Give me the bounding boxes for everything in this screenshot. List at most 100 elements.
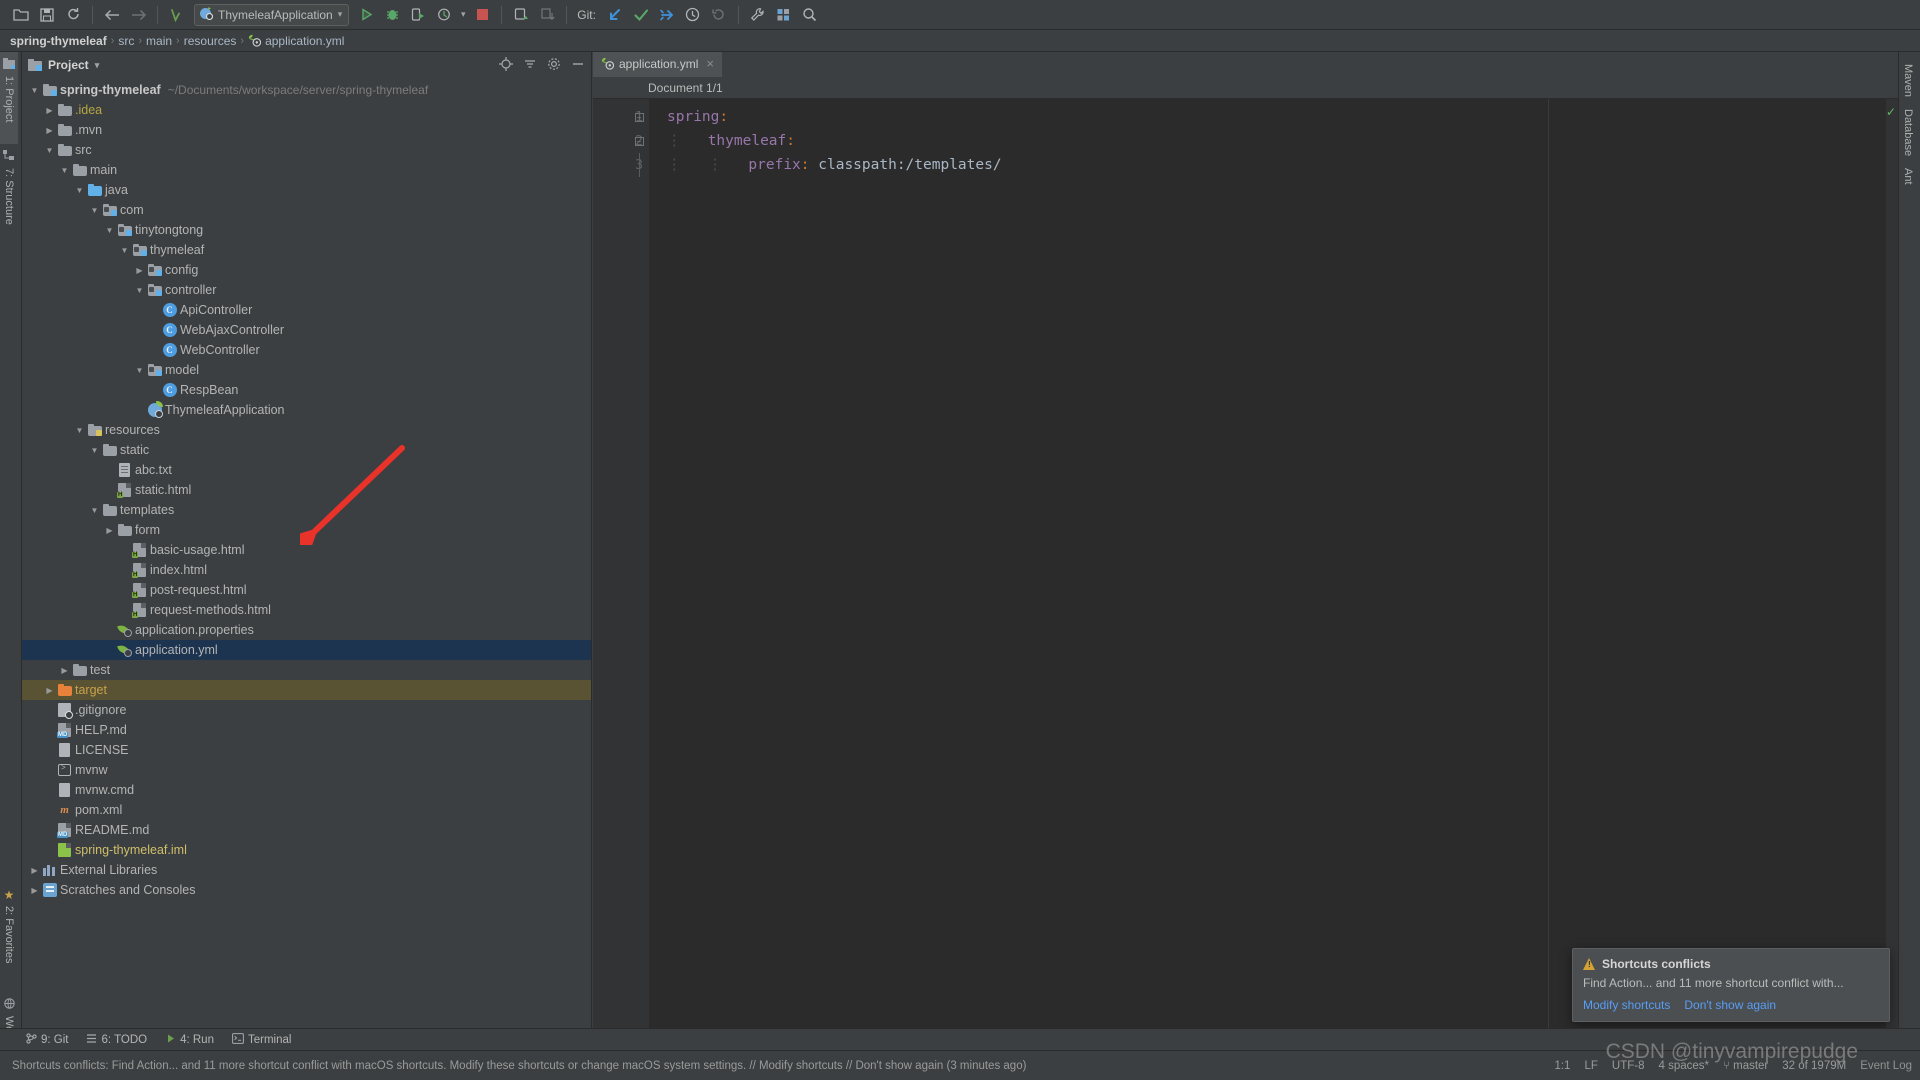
status-message[interactable]: Shortcuts conflicts: Find Action... and … bbox=[8, 1060, 1554, 1072]
chevron-down-icon[interactable]: ▼ bbox=[28, 86, 41, 95]
tree-node-index-html[interactable]: Hindex.html bbox=[22, 560, 591, 580]
chevron-right-icon[interactable]: ▶ bbox=[133, 266, 146, 275]
code-line[interactable]: ⋮ thymeleaf: bbox=[649, 129, 1898, 153]
project-panel-title[interactable]: Project ▾ bbox=[28, 58, 99, 72]
chevron-down-icon[interactable]: ▾ bbox=[95, 60, 100, 71]
tree-node-thymeleafapplication[interactable]: ThymeleafApplication bbox=[22, 400, 591, 420]
tree-node-readme-md[interactable]: MD README.md bbox=[22, 820, 591, 840]
tree-node-help-md[interactable]: MD HELP.md bbox=[22, 720, 591, 740]
tree-node-application-properties[interactable]: application.properties bbox=[22, 620, 591, 640]
tree-node-form[interactable]: ▶ form bbox=[22, 520, 591, 540]
commit-icon[interactable] bbox=[628, 3, 654, 27]
tree-node-gitignore[interactable]: .gitignore bbox=[22, 700, 591, 720]
stop-icon[interactable] bbox=[469, 3, 495, 27]
breadcrumb-item-file[interactable]: application.yml bbox=[248, 34, 344, 48]
sync-icon[interactable] bbox=[60, 3, 86, 27]
chevron-right-icon[interactable]: ▶ bbox=[43, 686, 56, 695]
code-editor[interactable]: 123 – – spring:⋮ thymeleaf:⋮ ⋮ prefix: c… bbox=[593, 99, 1898, 1050]
tree-node-target[interactable]: ▶ target bbox=[22, 680, 591, 700]
chevron-down-icon[interactable]: ▼ bbox=[118, 246, 131, 255]
indent-setting[interactable]: 4 spaces* bbox=[1658, 1060, 1709, 1072]
sidebar-item-structure[interactable]: 7: Structure bbox=[0, 144, 18, 250]
chevron-down-icon[interactable]: ▼ bbox=[88, 446, 101, 455]
run-with-coverage-icon[interactable] bbox=[405, 3, 431, 27]
history-icon[interactable] bbox=[680, 3, 706, 27]
run-icon[interactable] bbox=[353, 3, 379, 27]
tree-node-basic-usage-html[interactable]: Hbasic-usage.html bbox=[22, 540, 591, 560]
tree-node-mvn[interactable]: ▶ .mvn bbox=[22, 120, 591, 140]
notification-popup[interactable]: Shortcuts conflicts Find Action... and 1… bbox=[1572, 947, 1890, 1022]
profile-dropdown-icon[interactable]: ▾ bbox=[457, 3, 469, 27]
sidebar-item-project[interactable]: 1: Project bbox=[0, 52, 18, 144]
tree-node-webcontroller[interactable]: C WebController bbox=[22, 340, 591, 360]
event-log-button[interactable]: Event Log bbox=[1860, 1060, 1912, 1072]
error-stripe-marker-panel[interactable]: ✓ bbox=[1886, 99, 1898, 1050]
back-arrow-icon[interactable] bbox=[99, 3, 125, 27]
bottom-item-terminal[interactable]: Terminal bbox=[232, 1032, 291, 1047]
tab-application-yml[interactable]: application.yml × bbox=[593, 52, 722, 77]
dont-show-again-link[interactable]: Don't show again bbox=[1684, 998, 1776, 1012]
chevron-right-icon[interactable]: ▶ bbox=[43, 106, 56, 115]
tree-node-apicontroller[interactable]: C ApiController bbox=[22, 300, 591, 320]
tree-node-post-request-html[interactable]: Hpost-request.html bbox=[22, 580, 591, 600]
push-icon[interactable] bbox=[654, 3, 680, 27]
chevron-down-icon[interactable]: ▼ bbox=[103, 226, 116, 235]
bottom-item-git[interactable]: 9: Git bbox=[26, 1032, 68, 1047]
tree-node-model[interactable]: ▼ model bbox=[22, 360, 591, 380]
chevron-down-icon[interactable]: ▼ bbox=[88, 506, 101, 515]
profile-icon[interactable] bbox=[431, 3, 457, 27]
tree-node-application-yml[interactable]: application.yml bbox=[22, 640, 591, 660]
sidebar-item-maven[interactable]: Maven bbox=[1899, 52, 1917, 103]
tree-node-mvnw[interactable]: mvnw bbox=[22, 760, 591, 780]
tree-node-controller[interactable]: ▼ controller bbox=[22, 280, 591, 300]
tree-node-external-libraries[interactable]: ▶ External Libraries bbox=[22, 860, 591, 880]
hide-panel-icon[interactable] bbox=[571, 57, 585, 74]
forward-arrow-icon[interactable] bbox=[125, 3, 151, 27]
collapse-all-icon[interactable] bbox=[523, 57, 537, 74]
tree-node-thymeleaf[interactable]: ▼ thymeleaf bbox=[22, 240, 591, 260]
chevron-right-icon[interactable]: ▶ bbox=[28, 886, 41, 895]
chevron-down-icon[interactable]: ▼ bbox=[133, 286, 146, 295]
tree-node-static[interactable]: ▼ static bbox=[22, 440, 591, 460]
bottom-item-todo[interactable]: 6: TODO bbox=[86, 1033, 147, 1047]
tree-node-request-methods-html[interactable]: Hrequest-methods.html bbox=[22, 600, 591, 620]
tree-node-spring-thymeleaf[interactable]: ▼ spring-thymeleaf ~/Documents/workspace/s… bbox=[22, 80, 591, 100]
chevron-right-icon[interactable]: ▶ bbox=[103, 526, 116, 535]
chevron-down-icon[interactable]: ▼ bbox=[133, 366, 146, 375]
chevron-right-icon[interactable]: ▶ bbox=[58, 666, 71, 675]
git-branch-widget[interactable]: ⑂ master bbox=[1723, 1060, 1768, 1072]
breadcrumb-item-resources[interactable]: resources bbox=[184, 34, 237, 48]
tree-node-config[interactable]: ▶ config bbox=[22, 260, 591, 280]
chevron-down-icon[interactable]: ▼ bbox=[58, 166, 71, 175]
chevron-down-icon[interactable]: ▾ bbox=[338, 9, 343, 20]
code-content[interactable]: spring: ⋮ thymeleaf: ⋮ ⋮ prefix: classpath… bbox=[649, 99, 1898, 1050]
tree-node-java[interactable]: ▼ java bbox=[22, 180, 591, 200]
code-line[interactable]: ⋮ ⋮ prefix: classpath:/templates/ bbox=[649, 153, 1898, 177]
fold-marker[interactable]: – bbox=[633, 105, 645, 129]
tree-node-mvnw-cmd[interactable]: mvnw.cmd bbox=[22, 780, 591, 800]
code-line[interactable]: spring: bbox=[649, 105, 1898, 129]
update-project-icon[interactable] bbox=[602, 3, 628, 27]
fold-marker[interactable]: – bbox=[633, 129, 645, 153]
tree-node-scratches-and-consoles[interactable]: ▶ Scratches and Consoles bbox=[22, 880, 591, 900]
close-icon[interactable]: × bbox=[706, 56, 714, 71]
caret-position[interactable]: 1:1 bbox=[1554, 1060, 1570, 1072]
tree-node-com[interactable]: ▼ com bbox=[22, 200, 591, 220]
tree-node-src[interactable]: ▼ src bbox=[22, 140, 591, 160]
tree-node-webajaxcontroller[interactable]: C WebAjaxController bbox=[22, 320, 591, 340]
chevron-right-icon[interactable]: ▶ bbox=[28, 866, 41, 875]
rollback-icon[interactable] bbox=[706, 3, 732, 27]
tree-node-respbean[interactable]: C RespBean bbox=[22, 380, 591, 400]
tree-node-spring-thymeleaf-iml[interactable]: spring-thymeleaf.iml bbox=[22, 840, 591, 860]
settings-wrench-icon[interactable] bbox=[745, 3, 771, 27]
chevron-right-icon[interactable]: ▶ bbox=[43, 126, 56, 135]
debug-icon[interactable] bbox=[379, 3, 405, 27]
sync-gradle-icon[interactable] bbox=[534, 3, 560, 27]
code-folding-column[interactable]: – – bbox=[633, 105, 645, 177]
editor-gutter[interactable]: 123 – – bbox=[593, 99, 649, 1050]
settings-gear-icon[interactable] bbox=[547, 57, 561, 74]
modify-shortcuts-link[interactable]: Modify shortcuts bbox=[1583, 998, 1670, 1012]
sidebar-item-favorites[interactable]: ★ 2: Favorites bbox=[0, 882, 18, 992]
memory-indicator[interactable]: 32 of 1979M bbox=[1782, 1060, 1846, 1072]
tree-node-static-html[interactable]: Hstatic.html bbox=[22, 480, 591, 500]
